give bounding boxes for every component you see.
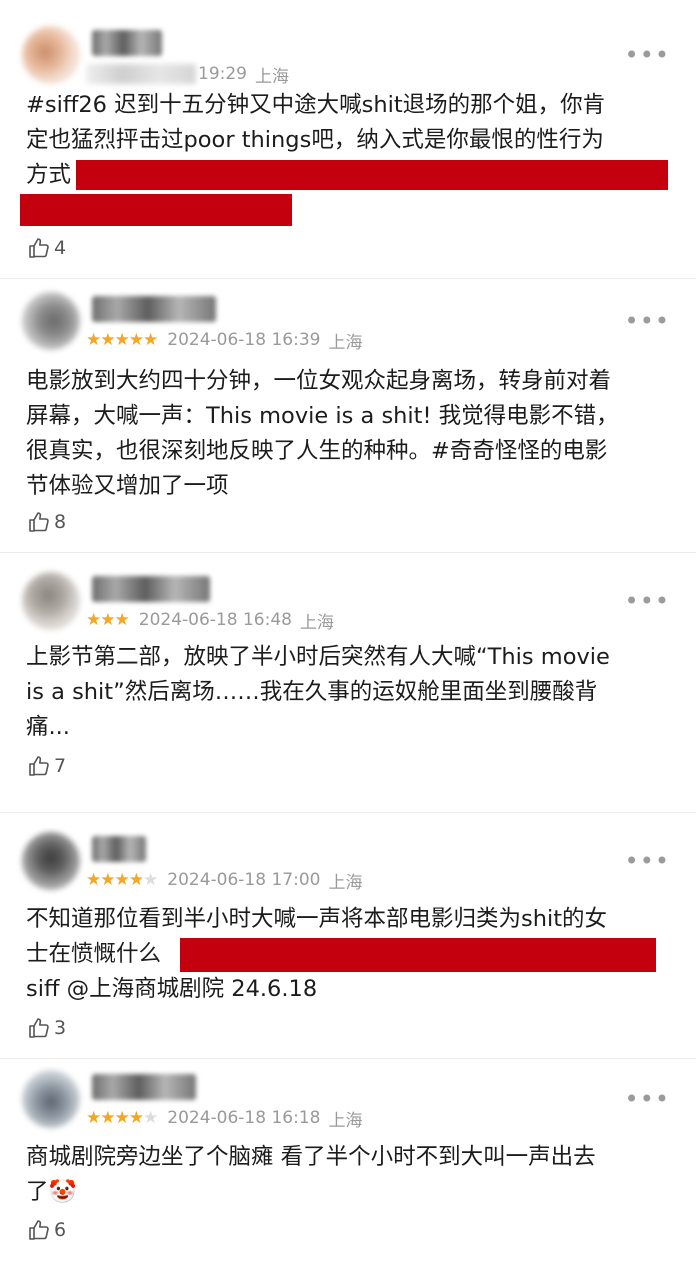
- like-count: 6: [54, 1219, 67, 1241]
- username[interactable]: [92, 836, 146, 862]
- review-item: ★ ★ ★ ★ ★ 2024-06-18 17:00 上海 ••• 不知道那位看到半小时…: [0, 826, 696, 1056]
- username[interactable]: [92, 296, 216, 322]
- star-rating: ★ ★ ★ ★ ★: [86, 329, 158, 350]
- review-text-line: 了🤡: [26, 1179, 77, 1205]
- like-button[interactable]: 8: [27, 508, 66, 536]
- star-icon: ★: [114, 609, 130, 630]
- star-icon: ★: [114, 869, 130, 890]
- review-text-line: 电影放到大约四十分钟，一位女观众起身离场，转身前对着: [26, 368, 612, 394]
- star-icon: ★: [86, 1107, 101, 1128]
- thumbs-up-icon: [29, 1018, 49, 1038]
- avatar[interactable]: [22, 26, 80, 84]
- like-count: 4: [54, 237, 67, 259]
- redaction-bar: [76, 160, 668, 190]
- review-time: 19:29: [198, 64, 247, 84]
- like-count: 3: [54, 1017, 67, 1039]
- date-blurred: [86, 64, 196, 84]
- review-meta: ★ ★ ★ ★ ★ 2024-06-18 16:39 上海: [86, 328, 363, 353]
- star-icon: ★: [128, 1107, 144, 1128]
- star-icon: ★: [86, 869, 101, 890]
- username[interactable]: [92, 576, 210, 602]
- avatar[interactable]: [22, 1070, 80, 1128]
- more-dots-icon[interactable]: •••: [625, 589, 670, 613]
- star-icon: ★: [128, 869, 144, 890]
- review-text-line: 上影节第二部，放映了半小时后突然有人大喊“This movie: [26, 644, 610, 670]
- review-item: ★ ★ ★ ★ ★ 2024-06-18 16:39 上海 ••• 电影放到大约四十分钟…: [0, 286, 696, 552]
- star-rating: ★ ★ ★: [86, 609, 130, 630]
- divider: [0, 812, 696, 813]
- review-location: 上海: [299, 612, 334, 633]
- like-count: 8: [54, 511, 67, 533]
- review-text: 电影放到大约四十分钟，一位女观众起身离场，转身前对着 屏幕，大喊一声：This …: [26, 364, 672, 504]
- star-rating: ★ ★ ★ ★ ★: [86, 1107, 158, 1128]
- review-text-line: 节体验又增加了一项: [26, 473, 229, 499]
- avatar[interactable]: [22, 572, 80, 630]
- thumbs-up-icon: [29, 756, 49, 776]
- like-button[interactable]: 6: [27, 1216, 66, 1244]
- star-icon: ★: [143, 869, 158, 890]
- username[interactable]: [92, 1074, 196, 1100]
- star-icon: ★: [100, 609, 115, 630]
- avatar[interactable]: [22, 292, 80, 350]
- star-icon: ★: [143, 1107, 158, 1128]
- review-text-line: 商城剧院旁边坐了个脑瘫 看了半个小时不到大叫一声出去: [26, 1144, 596, 1170]
- star-icon: ★: [86, 329, 101, 350]
- review-meta: ★ ★ ★ 2024-06-18 16:48 上海: [86, 608, 334, 633]
- review-text-line: 定也猛烈抨击过poor things吧，纳入式是你最恨的性行为: [26, 127, 604, 153]
- thumbs-up-icon: [29, 512, 49, 532]
- review-date: 2024-06-18 16:39: [167, 330, 321, 350]
- review-text-line: 痛...: [26, 714, 70, 740]
- review-location: 上海: [255, 66, 289, 87]
- more-dots-icon[interactable]: •••: [625, 309, 670, 333]
- divider: [0, 552, 696, 553]
- star-icon: ★: [100, 329, 115, 350]
- review-meta: ★ ★ ★ ★ ★ 2024-06-18 17:00 上海: [86, 868, 363, 893]
- thumbs-up-icon: [29, 238, 49, 258]
- review-date: 2024-06-18 17:00: [167, 870, 321, 890]
- star-icon: ★: [114, 329, 130, 350]
- review-location: 上海: [328, 872, 363, 893]
- review-text-line: siff @上海商城剧院 24.6.18: [26, 976, 318, 1002]
- star-icon: ★: [86, 609, 101, 630]
- review-location: 上海: [328, 332, 363, 353]
- star-icon: ★: [100, 869, 115, 890]
- like-button[interactable]: 3: [27, 1014, 66, 1042]
- like-count: 7: [54, 755, 67, 777]
- review-date: 2024-06-18 16:48: [138, 610, 292, 630]
- star-icon: ★: [128, 329, 144, 350]
- more-dots-icon[interactable]: •••: [625, 849, 670, 873]
- review-text-line: is a shit”然后离场……我在久事的运奴舱里面坐到腰酸背: [26, 679, 598, 705]
- review-item: ★ ★ ★ 2024-06-18 16:48 上海 ••• 上影节第二部，放映了半小…: [0, 566, 696, 810]
- like-button[interactable]: 4: [27, 234, 66, 262]
- more-dots-icon[interactable]: •••: [625, 43, 670, 67]
- star-icon: ★: [143, 329, 158, 350]
- review-date: 2024-06-18 16:18: [167, 1108, 321, 1128]
- star-rating: ★ ★ ★ ★ ★: [86, 869, 158, 890]
- like-button[interactable]: 7: [27, 752, 66, 780]
- redaction-bar: [180, 938, 656, 972]
- divider: [0, 1058, 696, 1059]
- review-meta: ★ ★ ★ ★ ★ 2024-06-18 16:18 上海: [86, 1106, 363, 1131]
- divider: [0, 278, 696, 279]
- review-text-line: #siff26 迟到十五分钟又中途大喊shit退场的那个姐，你肯: [26, 92, 606, 118]
- username[interactable]: [92, 30, 162, 56]
- review-text-line: 很真实，也很深刻地反映了人生的种种。#奇奇怪怪的电影: [26, 438, 608, 464]
- more-dots-icon[interactable]: •••: [625, 1087, 670, 1111]
- review-item: 19:29 上海 ••• #siff26 迟到十五分钟又中途大喊shit退场的那…: [0, 20, 696, 278]
- thumbs-up-icon: [29, 1220, 49, 1240]
- review-location: 上海: [328, 1110, 363, 1131]
- star-icon: ★: [100, 1107, 115, 1128]
- review-item: ★ ★ ★ ★ ★ 2024-06-18 16:18 上海 ••• 商城剧院旁边坐了个脑…: [0, 1064, 696, 1272]
- avatar[interactable]: [22, 832, 80, 890]
- review-text-line: 屏幕，大喊一声：This movie is a shit! 我觉得电影不错，: [26, 403, 619, 429]
- review-meta: 19:29 上海: [86, 62, 289, 87]
- review-text: 上影节第二部，放映了半小时后突然有人大喊“This movie is a shi…: [26, 640, 672, 745]
- review-text-line: 不知道那位看到半小时大喊一声将本部电影归类为shit的女: [26, 906, 608, 932]
- star-icon: ★: [114, 1107, 130, 1128]
- redaction-bar: [20, 194, 292, 226]
- review-text: 商城剧院旁边坐了个脑瘫 看了半个小时不到大叫一声出去 了🤡: [26, 1140, 672, 1210]
